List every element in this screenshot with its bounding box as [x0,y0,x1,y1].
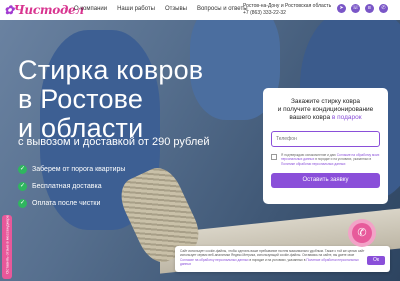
headline-line-2: в Ростове [18,84,144,114]
side-tab-label: Оставить отзыв в мессенджере [4,215,10,274]
hero-subheading: с вывозом и доставкой от 290 рублей [18,136,210,148]
form-title-accent: в подарок [331,114,362,121]
order-form: Закажите стирку ковра и получите кондици… [263,88,388,204]
viber-icon[interactable]: ☏ [351,4,360,13]
check-icon: ✓ [18,182,27,191]
whatsapp-icon[interactable]: ✆ [379,4,388,13]
benefit-item: ✓ Бесплатная доставка [18,182,125,191]
header: ✿Чистодел О компании Наши работы Отзывы … [0,0,400,20]
benefits-list: ✓ Заберем от порога квартиры ✓ Бесплатна… [18,165,125,216]
consent-text: Я подтверждаю ознакомление и даю Согласи… [281,153,380,166]
check-icon: ✓ [18,165,27,174]
form-title: Закажите стирку ковра и получите кондици… [271,98,380,122]
call-button[interactable]: ✆ [348,219,376,247]
cookie-ok-button[interactable]: Ок [367,256,385,265]
form-title-text: вашего ковра [289,114,331,121]
vk-icon[interactable]: в [365,4,374,13]
form-title-line: и получите кондиционирование [277,106,374,113]
logo-mark-icon: ✿ [4,3,14,17]
form-title-line: Закажите стирку ковра [290,98,361,105]
region-text: Ростов-на-Дону и Ростовская область [243,3,332,9]
benefit-label: Заберем от порога квартиры [32,166,126,173]
check-icon: ✓ [18,199,27,208]
submit-button[interactable]: Оставить заявку [271,172,380,188]
benefit-label: Бесплатная доставка [32,183,102,190]
cookie-consent-link[interactable]: Согласие на обработку персональных данны… [180,258,249,262]
nav-item-about[interactable]: О компании [74,6,107,12]
phone-link[interactable]: +7 (863) 333-22-32 [243,10,331,17]
cookie-text-2: в порядке и на условиях, указанных в [249,257,306,262]
benefit-item: ✓ Заберем от порога квартиры [18,165,125,174]
main-nav: О компании Наши работы Отзывы Вопросы и … [74,6,248,12]
headline-line-1: Стирка ковров [18,55,204,85]
contact-info: Ростов-на-Дону и Ростовская область +7 (… [243,3,331,16]
hero-headline: Стирка ковров в Ростове и области [18,56,203,143]
privacy-link[interactable]: Политике обработки персональных данных [281,162,345,166]
consent-checkbox[interactable] [271,154,277,160]
logo[interactable]: ✿Чистодел [4,3,84,17]
form-title-line: вашего ковра в подарок [271,114,380,122]
telegram-icon[interactable]: ➤ [337,4,346,13]
nav-item-works[interactable]: Наши работы [117,6,155,12]
nav-item-reviews[interactable]: Отзывы [165,6,187,12]
cookie-text-1: Сайт использует cookie-файлы, чтобы сдел… [180,249,365,258]
nav-item-faq[interactable]: Вопросы и ответы [197,6,248,12]
phone-icon: ✆ [352,223,372,243]
cookie-text: Сайт использует cookie-файлы, чтобы сдел… [180,249,368,267]
consent-row: Я подтверждаю ознакомление и даю Согласи… [271,153,380,166]
review-side-tab[interactable]: Оставить отзыв в мессенджере [2,215,12,279]
cookie-banner: Сайт использует cookie-файлы, чтобы сдел… [175,246,390,272]
benefit-label: Оплата после чистки [32,200,101,207]
benefit-item: ✓ Оплата после чистки [18,199,125,208]
phone-input[interactable] [271,131,380,147]
